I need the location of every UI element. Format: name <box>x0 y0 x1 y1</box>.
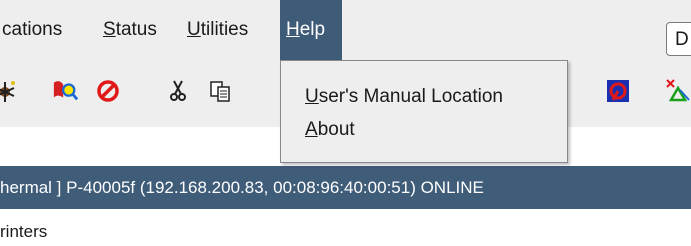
menu-utilities-accel: U <box>187 19 201 40</box>
search-person-icon[interactable] <box>52 78 78 104</box>
section-printers-text: rinters <box>0 222 48 241</box>
menu-item-about[interactable]: About <box>305 119 355 141</box>
menu-applications-label: cations <box>2 19 63 40</box>
menu-item-users-manual-location-accel: U <box>305 86 319 107</box>
menu-help-accel: H <box>286 19 300 40</box>
menu-item-users-manual-location[interactable]: User's Manual Location <box>305 86 503 108</box>
menu-item-about-label: bout <box>317 119 355 140</box>
cut-icon[interactable] <box>165 78 191 104</box>
menu-applications[interactable]: cations <box>0 0 69 60</box>
menu-help[interactable]: Help <box>280 0 342 60</box>
menu-status[interactable]: Status <box>96 0 164 60</box>
menu-utilities-label: tilities <box>200 19 249 40</box>
menu-utilities[interactable]: Utilities <box>180 0 255 60</box>
network-delete-icon[interactable] <box>665 78 691 104</box>
menu-bar: cations Status Utilities Help D <box>0 0 691 60</box>
section-printers-label: rinters <box>0 222 47 242</box>
stop-icon[interactable] <box>95 78 121 104</box>
right-toolbar-button[interactable]: D <box>666 22 691 56</box>
bug-icon[interactable] <box>0 78 18 104</box>
network-icon[interactable] <box>605 78 631 104</box>
help-menu-dropdown: User's Manual Location About <box>280 60 568 163</box>
menu-status-label: tatus <box>115 19 157 40</box>
menu-item-users-manual-location-label: ser's Manual Location <box>318 86 503 107</box>
menu-help-label: elp <box>299 19 326 40</box>
menu-item-about-accel: A <box>305 119 318 140</box>
right-toolbar-button-label: D <box>675 29 689 50</box>
menu-status-accel: S <box>103 19 116 40</box>
device-status-text: hermal ] P-40005f (192.168.200.83, 00:08… <box>0 178 484 197</box>
device-status-bar[interactable]: hermal ] P-40005f (192.168.200.83, 00:08… <box>0 166 691 209</box>
copy-icon[interactable] <box>208 78 234 104</box>
